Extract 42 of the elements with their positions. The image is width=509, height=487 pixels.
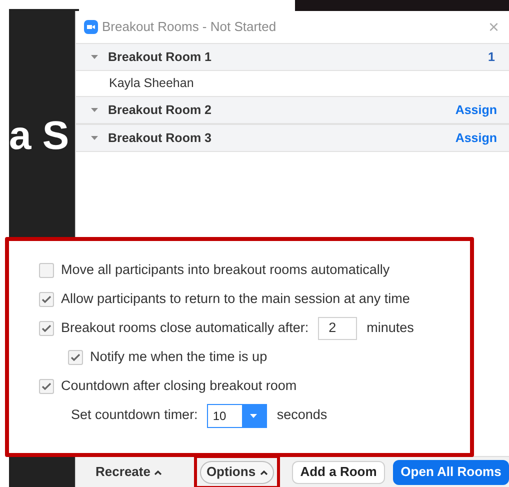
room-header[interactable]: Breakout Room 1 1 [76,43,509,71]
collapse-icon [91,136,98,140]
participant-count: 1 [488,48,495,66]
checkbox[interactable] [39,292,54,307]
room-name: Breakout Room 3 [108,130,212,147]
countdown-select[interactable]: 10 [206,404,267,428]
room-header[interactable]: Breakout Room 3 Assign [76,124,509,152]
checkbox[interactable] [68,350,83,365]
option-label: Notify me when the time is up [90,348,268,366]
camera-icon [84,20,98,34]
recreate-button[interactable]: Recreate [84,459,174,485]
collapse-icon [91,55,98,59]
participant-name: a S [9,116,70,156]
checkmark-icon [41,295,52,304]
checkbox[interactable] [39,263,54,278]
checkmark-icon [70,353,81,362]
option-label: Move all participants into breakout rooms automatically [61,261,390,280]
room-name: Breakout Room 1 [108,48,212,66]
room-name: Breakout Room 2 [108,102,212,119]
option-label: Breakout rooms close automatically after: [61,319,309,338]
unit-label: minutes [366,319,414,338]
assign-link[interactable]: Assign [455,128,497,148]
caret-icon [260,470,268,474]
checkmark-icon [41,382,52,391]
collapse-icon [91,108,98,112]
room-header[interactable]: Breakout Room 2 Assign [76,96,509,124]
checkbox[interactable] [39,321,54,336]
assign-link[interactable]: Assign [455,100,497,120]
option-label: Set countdown timer: [71,406,198,424]
dropdown-icon [250,414,258,418]
option-label: Countdown after closing breakout room [61,377,297,396]
checkbox[interactable] [39,379,54,394]
minutes-field[interactable]: 2 [318,317,357,340]
caret-icon [154,470,162,474]
option-label: Allow participants to return to the main session at any time [61,290,410,308]
open-rooms-button[interactable]: Open All Rooms [393,460,509,484]
options-button[interactable]: Options [200,460,274,484]
unit-label: seconds [276,406,328,424]
participant-name: Kayla Sheehan [109,75,194,92]
add-room-button[interactable]: Add a Room [292,460,385,484]
checkmark-icon [41,324,52,333]
window-title: Breakout Rooms - Not Started [102,18,276,36]
